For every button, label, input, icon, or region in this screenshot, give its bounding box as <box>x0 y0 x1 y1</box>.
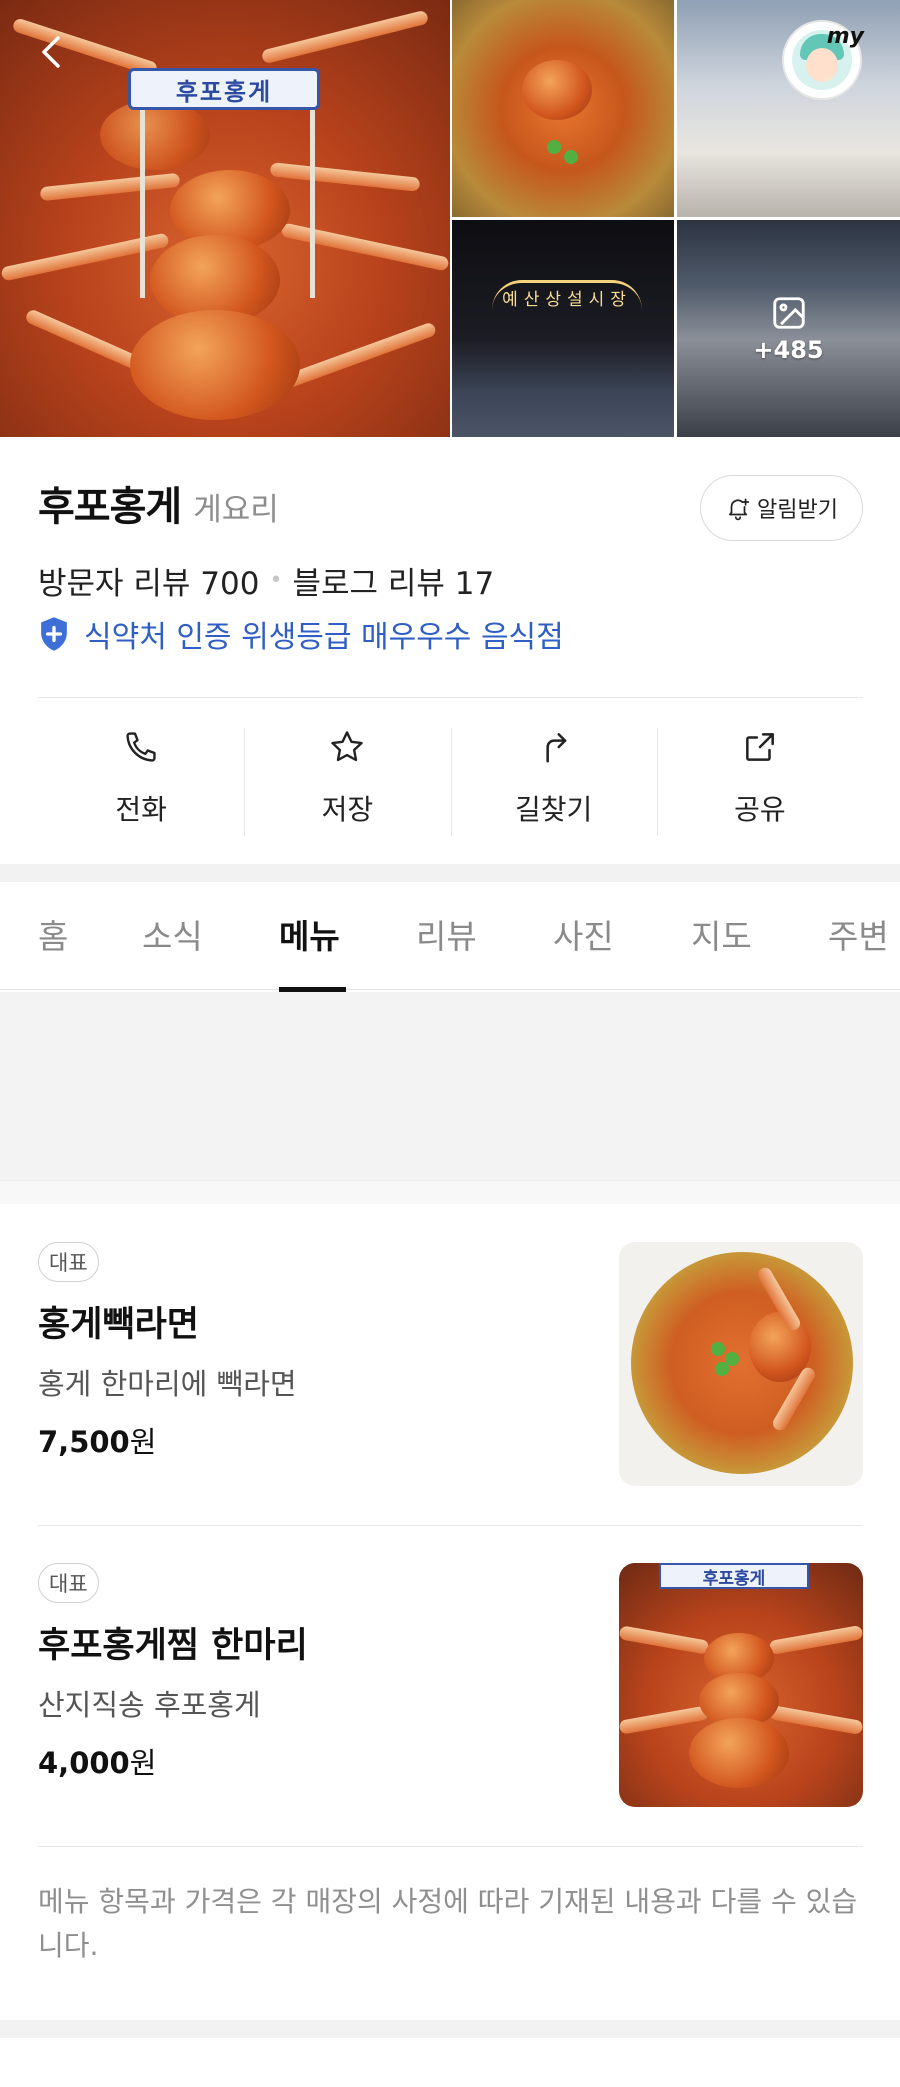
tab-map[interactable]: 지도 <box>691 910 752 958</box>
directions-button[interactable]: 길찾기 <box>450 728 657 836</box>
store-title-row: 후포홍게 게요리 <box>38 474 279 532</box>
directions-label: 길찾기 <box>514 793 593 826</box>
share-button[interactable]: 공유 <box>656 728 863 836</box>
tab-home[interactable]: 홈 <box>38 910 68 958</box>
menu-price-value: 4,000 <box>38 1746 130 1780</box>
blog-review-link[interactable]: 블로그 리뷰 17 <box>292 558 494 603</box>
signature-badge: 대표 <box>38 1563 99 1603</box>
tab-photo[interactable]: 사진 <box>553 910 614 958</box>
hygiene-certification[interactable]: 식약처 인증 위생등급 매우우수 음식점 <box>38 612 564 656</box>
phone-icon <box>126 732 156 762</box>
share-icon <box>745 733 774 761</box>
separator-dot: • <box>269 568 283 593</box>
tab-news[interactable]: 소식 <box>142 910 203 958</box>
star-icon <box>331 731 364 762</box>
photo-ramen[interactable] <box>452 0 674 217</box>
my-label: my <box>826 24 864 49</box>
more-photos-count: +485 <box>753 335 824 364</box>
price-unit: 원 <box>129 1746 157 1780</box>
menu-item[interactable]: 대표 홍게빽라면 홍게 한마리에 빽라면 7,500원 <box>38 1242 863 1486</box>
menu-price-value: 7,500 <box>38 1425 130 1459</box>
divider <box>38 1846 863 1847</box>
menu-photo-ramen[interactable] <box>619 1242 863 1486</box>
store-category: 게요리 <box>193 492 279 528</box>
tab-menu[interactable]: 메뉴 <box>279 910 340 958</box>
photo-storefront[interactable] <box>677 0 900 217</box>
call-button[interactable]: 전화 <box>38 728 244 836</box>
image-icon <box>772 296 805 329</box>
tab-bar: 홈 소식 메뉴 리뷰 사진 지도 주변 <box>0 882 900 990</box>
menu-item[interactable]: 대표 후포홍게찜 한마리 산지직송 후포홍게 4,000원 후포홍게 <box>38 1563 863 1807</box>
save-button[interactable]: 저장 <box>244 728 450 836</box>
certification-text: 식약처 인증 위생등급 매우우수 음식점 <box>84 620 564 655</box>
photo-gallery[interactable]: 후포홍게 예산상설시장 +485 my <box>0 0 900 437</box>
visitor-review-link[interactable]: 방문자 리뷰 700 <box>38 558 259 603</box>
section-gap <box>0 1180 900 1204</box>
quick-actions: 전화 저장 길찾기 공유 <box>38 728 863 836</box>
photo-market-entrance[interactable]: 예산상설시장 <box>452 220 674 437</box>
my-profile-button[interactable]: my <box>782 20 864 100</box>
back-button[interactable] <box>30 30 74 74</box>
bell-plus-icon <box>729 498 750 521</box>
alarm-label: 알림받기 <box>757 498 838 523</box>
menu-photo-crab[interactable]: 후포홍게 <box>619 1563 863 1807</box>
menu-banner-placeholder <box>0 992 900 1180</box>
section-gap <box>0 2020 900 2038</box>
notification-subscribe-button[interactable]: 알림받기 <box>700 475 863 541</box>
store-name: 후포홍게 <box>38 484 182 530</box>
signature-badge: 대표 <box>38 1242 99 1282</box>
price-unit: 원 <box>129 1425 157 1459</box>
divider <box>38 1525 863 1526</box>
review-summary: 방문자 리뷰 700 • 블로그 리뷰 17 <box>38 558 494 603</box>
shield-plus-icon <box>41 617 67 651</box>
tab-nearby[interactable]: 주변 <box>828 910 889 958</box>
more-photos-button[interactable]: +485 <box>677 220 900 437</box>
chevron-left-icon <box>42 36 60 68</box>
save-label: 저장 <box>321 793 374 826</box>
call-label: 전화 <box>115 793 167 826</box>
directions-icon <box>546 733 566 763</box>
restaurant-sign: 후포홍게 <box>128 68 320 110</box>
divider <box>38 697 863 698</box>
market-neon-sign: 예산상설시장 <box>492 280 642 310</box>
restaurant-sign: 후포홍게 <box>659 1563 809 1589</box>
menu-disclaimer: 메뉴 항목과 가격은 각 매장의 사정에 따라 기재된 내용과 다를 수 있습니… <box>38 1885 858 1962</box>
section-gap <box>0 864 900 882</box>
share-label: 공유 <box>734 793 786 826</box>
tab-review[interactable]: 리뷰 <box>416 910 477 958</box>
